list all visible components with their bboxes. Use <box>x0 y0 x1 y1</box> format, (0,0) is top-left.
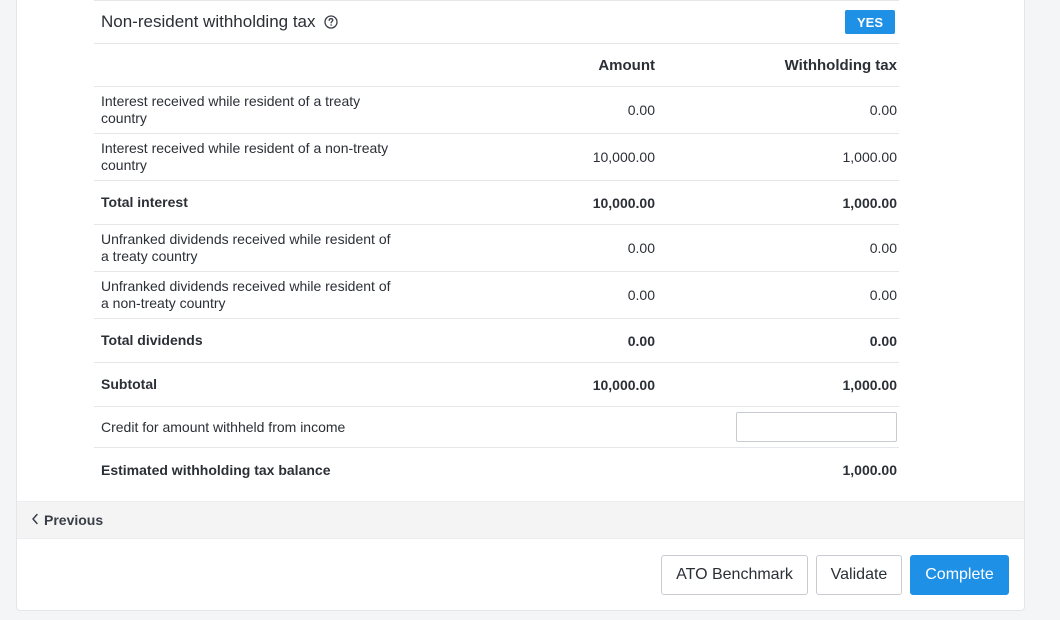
complete-button[interactable]: Complete <box>910 555 1009 595</box>
chevron-left-icon <box>31 512 39 528</box>
row-label: Interest received while resident of a tr… <box>101 93 361 126</box>
row-label: Total dividends <box>101 332 203 348</box>
row-amount: 10,000.00 <box>592 376 655 393</box>
previous-label: Previous <box>44 512 104 528</box>
balance-label: Estimated withholding tax balance <box>101 461 331 478</box>
row-amount: 10,000.00 <box>592 149 655 165</box>
section-title-group: Non-resident withholding tax <box>101 12 338 32</box>
subtotal-row: Subtotal 10,000.00 1,000.00 <box>94 363 899 407</box>
form-card: Non-resident withholding tax YES Amount … <box>16 0 1025 611</box>
row-amount: 0.00 <box>627 332 655 349</box>
row-withholding: 0.00 <box>869 102 897 118</box>
row-withholding: 0.00 <box>869 240 897 256</box>
amount-column-header: Amount <box>598 56 655 74</box>
section-title: Non-resident withholding tax <box>101 12 316 31</box>
row-label: Unfranked dividends received while resid… <box>101 278 391 311</box>
balance-row: Estimated withholding tax balance 1,000.… <box>94 448 899 492</box>
row-amount: 0.00 <box>627 102 655 118</box>
total-dividends-row: Total dividends 0.00 0.00 <box>94 319 899 363</box>
nrwt-section: Non-resident withholding tax YES Amount … <box>94 0 899 492</box>
row-amount: 10,000.00 <box>592 194 655 211</box>
table-row: Unfranked dividends received while resid… <box>94 225 899 272</box>
balance-withholding: 1,000.00 <box>842 462 898 478</box>
row-withholding: 1,000.00 <box>842 194 898 211</box>
table-row: Unfranked dividends received while resid… <box>94 272 899 319</box>
table-header-row: Amount Withholding tax <box>94 44 899 87</box>
validate-button[interactable]: Validate <box>816 555 902 595</box>
total-interest-row: Total interest 10,000.00 1,000.00 <box>94 181 899 225</box>
withholding-column-header: Withholding tax <box>784 56 897 74</box>
table-row: Interest received while resident of a tr… <box>94 87 899 134</box>
previous-button[interactable]: Previous <box>31 512 103 528</box>
question-circle-icon[interactable] <box>323 15 338 29</box>
previous-bar: Previous <box>17 501 1024 539</box>
row-withholding: 1,000.00 <box>842 149 898 165</box>
row-withholding: 0.00 <box>869 332 897 349</box>
credit-withheld-input[interactable] <box>736 412 897 442</box>
row-amount: 0.00 <box>627 287 655 303</box>
yes-toggle-badge[interactable]: YES <box>845 10 895 34</box>
footer-actions: ATO Benchmark Validate Complete <box>661 555 1009 595</box>
ato-benchmark-button[interactable]: ATO Benchmark <box>661 555 808 595</box>
row-label: Subtotal <box>101 376 157 392</box>
row-label: Unfranked dividends received while resid… <box>101 231 391 264</box>
credit-row: Credit for amount withheld from income <box>94 407 899 448</box>
row-amount: 0.00 <box>627 240 655 256</box>
row-label: Total interest <box>101 194 188 210</box>
credit-label: Credit for amount withheld from income <box>101 418 346 435</box>
row-label: Interest received while resident of a no… <box>101 140 389 173</box>
row-withholding: 1,000.00 <box>842 376 898 393</box>
section-header: Non-resident withholding tax YES <box>94 0 899 44</box>
row-withholding: 0.00 <box>869 287 897 303</box>
table-row: Interest received while resident of a no… <box>94 134 899 181</box>
